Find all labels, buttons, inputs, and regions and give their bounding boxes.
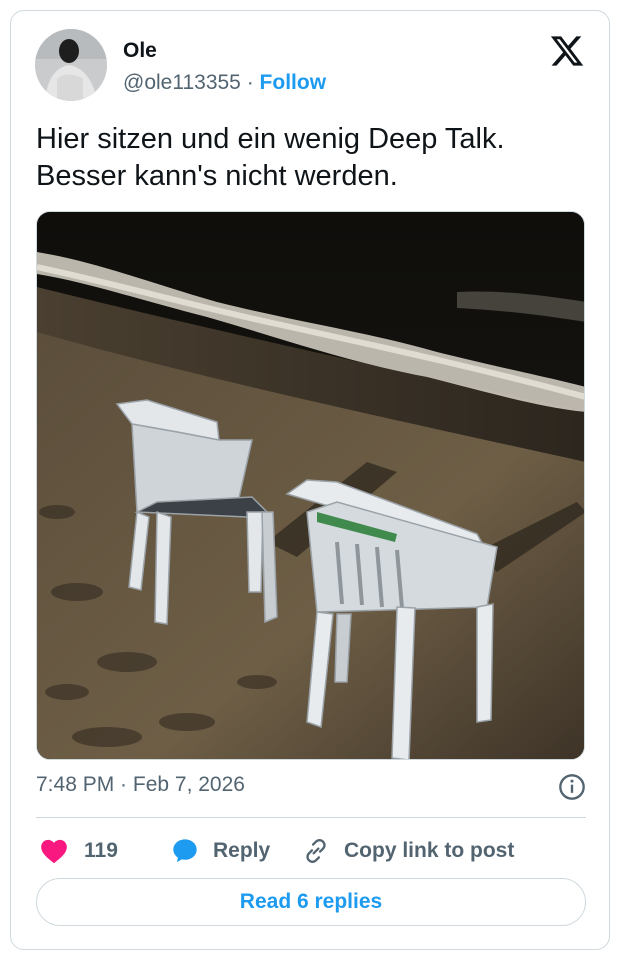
separator-dot: · bbox=[246, 71, 254, 94]
x-logo-icon[interactable] bbox=[549, 33, 585, 69]
reply-button[interactable]: Reply bbox=[171, 831, 270, 871]
avatar[interactable] bbox=[35, 29, 107, 101]
reply-bubble-icon bbox=[173, 839, 197, 863]
tweet-actions: 119 Reply Copy link to post bbox=[36, 831, 586, 871]
tweet-text: Hier sitzen und ein wenig Deep Talk. Bes… bbox=[36, 121, 586, 195]
divider bbox=[36, 817, 586, 818]
like-button[interactable]: 119 bbox=[40, 831, 118, 871]
tweet-media-photo[interactable] bbox=[36, 211, 585, 760]
follow-button[interactable]: Follow bbox=[260, 71, 327, 94]
link-icon bbox=[306, 839, 326, 863]
avatar-image bbox=[35, 29, 107, 101]
copy-link-label: Copy link to post bbox=[344, 839, 515, 862]
tweet-text-line-2: Besser kann's nicht werden. bbox=[36, 160, 398, 192]
tweet-text-line-1: Hier sitzen und ein wenig Deep Talk. bbox=[36, 123, 505, 155]
author-handle-line: @ole113355 · Follow bbox=[123, 71, 326, 95]
tweet-card: Ole @ole113355 · Follow Hier sitzen und … bbox=[10, 10, 610, 950]
author-name[interactable]: Ole bbox=[123, 39, 157, 63]
heart-icon bbox=[41, 839, 67, 864]
author-handle[interactable]: @ole113355 bbox=[123, 71, 241, 94]
tweet-timestamp[interactable]: 7:48 PM · Feb 7, 2026 bbox=[36, 773, 586, 797]
timestamp-row: 7:48 PM · Feb 7, 2026 bbox=[36, 773, 586, 803]
read-replies-button[interactable]: Read 6 replies bbox=[36, 878, 586, 926]
beach-chairs-photo bbox=[37, 212, 584, 759]
reply-label: Reply bbox=[213, 839, 271, 862]
like-count: 119 bbox=[84, 839, 118, 862]
tweet-header: Ole @ole113355 · Follow bbox=[35, 29, 585, 103]
info-icon[interactable] bbox=[558, 773, 586, 801]
copy-link-button[interactable]: Copy link to post bbox=[302, 831, 514, 871]
